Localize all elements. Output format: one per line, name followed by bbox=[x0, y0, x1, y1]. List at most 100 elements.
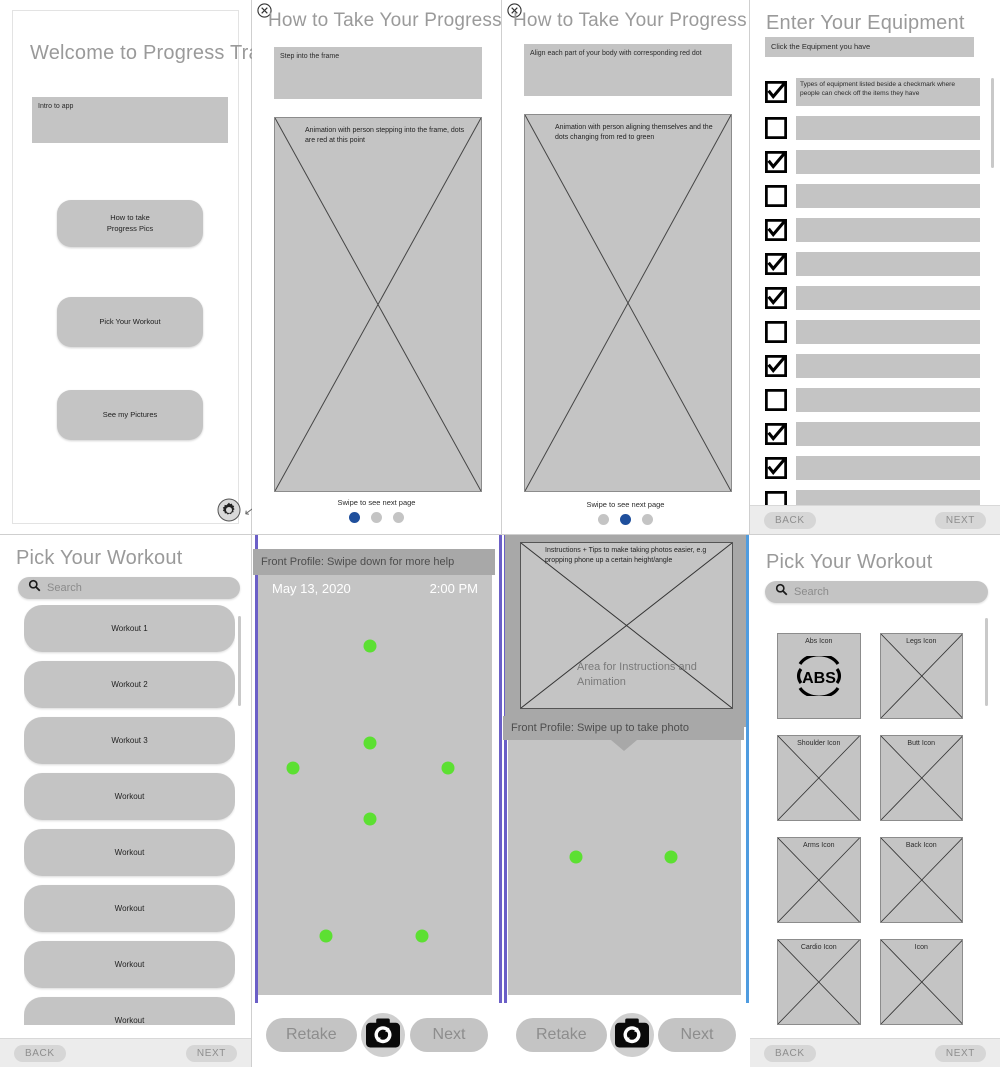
workout-list-item[interactable]: Workout 1 bbox=[24, 605, 235, 652]
panel-howto-step-1: How to Take Your Progress Pics Step into… bbox=[252, 0, 502, 535]
page-dot-3[interactable] bbox=[642, 514, 653, 525]
panel-howto-step-2: How to Take Your Progress Pics Align eac… bbox=[502, 0, 750, 535]
checkbox-checked-icon[interactable] bbox=[765, 151, 787, 173]
checkbox-unchecked-icon[interactable] bbox=[765, 117, 787, 139]
page-title: Pick Your Workout bbox=[766, 551, 933, 573]
workout-icon-cell[interactable]: Back Icon bbox=[879, 837, 963, 923]
checkbox-checked-icon[interactable] bbox=[765, 423, 787, 445]
equipment-list[interactable]: Types of equipment listed beside a check… bbox=[765, 78, 980, 524]
alignment-dot bbox=[415, 929, 429, 943]
page-dot-1[interactable] bbox=[598, 514, 609, 525]
how-to-take-progress-pics-button[interactable]: How to take Progress Pics bbox=[57, 200, 203, 247]
step-text-block: Align each part of your body with corres… bbox=[524, 44, 732, 96]
workout-list-item[interactable]: Workout 2 bbox=[24, 661, 235, 708]
workout-icon-label: Shoulder Icon bbox=[797, 740, 841, 747]
camera-hint-banner[interactable]: Front Profile: Swipe up to take photo bbox=[503, 716, 744, 751]
camera-flip-icon bbox=[366, 1016, 401, 1055]
back-button[interactable]: BACK bbox=[764, 511, 816, 529]
next-button[interactable]: Next bbox=[409, 1018, 488, 1052]
workout-icon-cell[interactable]: Cardio Icon bbox=[777, 939, 861, 1025]
back-button[interactable]: BACK bbox=[14, 1044, 66, 1062]
workout-icon-cell[interactable]: Arms Icon bbox=[777, 837, 861, 923]
search-input[interactable]: Search bbox=[765, 581, 988, 603]
equipment-scrollbar[interactable] bbox=[991, 78, 994, 168]
settings-button[interactable] bbox=[217, 498, 241, 527]
pick-your-workout-button[interactable]: Pick Your Workout bbox=[57, 297, 203, 347]
equipment-row[interactable] bbox=[765, 354, 980, 378]
checkbox-checked-icon[interactable] bbox=[765, 253, 787, 275]
icon-grid-scrollbar[interactable] bbox=[985, 618, 988, 706]
next-button[interactable]: NEXT bbox=[934, 511, 986, 529]
bottom-nav: BACK NEXT bbox=[750, 505, 1000, 534]
page-dot-2[interactable] bbox=[620, 514, 631, 525]
workout-icon-label: Butt Icon bbox=[907, 740, 936, 747]
equipment-row[interactable] bbox=[765, 116, 980, 140]
camera-flip-button[interactable] bbox=[361, 1013, 406, 1057]
equipment-row[interactable] bbox=[765, 320, 980, 344]
equipment-label bbox=[796, 184, 980, 208]
page-indicator[interactable] bbox=[252, 512, 501, 523]
workout-icon-cell[interactable]: Legs Icon bbox=[879, 633, 963, 719]
equipment-row[interactable] bbox=[765, 150, 980, 174]
mockup-sheet: Welcome to Progress Tracker! Intro to ap… bbox=[0, 0, 1000, 1067]
checkbox-checked-icon[interactable] bbox=[765, 355, 787, 377]
instructions-overlay[interactable]: Instructions + Tips to make taking photo… bbox=[505, 535, 746, 727]
checkbox-checked-icon[interactable] bbox=[765, 219, 787, 241]
back-button[interactable]: BACK bbox=[764, 1044, 816, 1062]
retake-button[interactable]: Retake bbox=[516, 1018, 607, 1052]
equipment-row[interactable] bbox=[765, 456, 980, 480]
alignment-dot bbox=[664, 850, 678, 864]
workout-list[interactable]: Workout 1 Workout 2 Workout 3 Workout Workou… bbox=[24, 605, 235, 1025]
equipment-row[interactable] bbox=[765, 286, 980, 310]
equipment-row[interactable]: Types of equipment listed beside a check… bbox=[765, 78, 980, 106]
alignment-dot bbox=[363, 736, 377, 750]
workout-icon-label: Cardio Icon bbox=[800, 944, 837, 951]
retake-button[interactable]: Retake bbox=[266, 1018, 357, 1052]
workout-icon-grid[interactable]: Abs Icon ABS Legs Icon Shoulder Icon Butt Ic… bbox=[777, 633, 963, 1047]
checkbox-checked-icon[interactable] bbox=[765, 287, 787, 309]
workout-list-item[interactable]: Workout bbox=[24, 773, 235, 820]
checkbox-unchecked-icon[interactable] bbox=[765, 185, 787, 207]
workout-list-scrollbar[interactable] bbox=[238, 616, 241, 706]
equipment-label bbox=[796, 218, 980, 242]
page-dot-3[interactable] bbox=[393, 512, 404, 523]
panel-camera-instructions: Instructions + Tips to make taking photo… bbox=[502, 535, 750, 1067]
workout-list-item[interactable]: Workout bbox=[24, 885, 235, 932]
checkbox-unchecked-icon[interactable] bbox=[765, 389, 787, 411]
workout-icon-cell[interactable]: Icon bbox=[879, 939, 963, 1025]
workout-icon-label: Back Icon bbox=[905, 842, 937, 849]
animation-placeholder: Animation with person aligning themselve… bbox=[524, 114, 732, 492]
checkbox-checked-icon[interactable] bbox=[765, 457, 787, 479]
next-button[interactable]: NEXT bbox=[934, 1044, 986, 1062]
swipe-label: Swipe to see next page bbox=[586, 500, 665, 509]
equipment-row[interactable] bbox=[765, 422, 980, 446]
search-icon bbox=[775, 583, 788, 601]
checkbox-checked-icon[interactable] bbox=[765, 81, 787, 103]
equipment-row[interactable] bbox=[765, 388, 980, 412]
page-dot-2[interactable] bbox=[371, 512, 382, 523]
next-button[interactable]: Next bbox=[657, 1018, 736, 1052]
page-indicator[interactable] bbox=[502, 514, 749, 525]
workout-icon-cell[interactable]: Butt Icon bbox=[879, 735, 963, 821]
equipment-row[interactable] bbox=[765, 218, 980, 242]
instructions-placeholder: Instructions + Tips to make taking photo… bbox=[520, 542, 733, 709]
workout-list-item[interactable]: Workout bbox=[24, 997, 235, 1025]
workout-icon-cell[interactable]: Abs Icon ABS bbox=[777, 633, 861, 719]
search-input[interactable]: Search bbox=[18, 577, 240, 599]
see-my-pictures-button[interactable]: See my Pictures bbox=[57, 390, 203, 440]
camera-flip-button[interactable] bbox=[610, 1013, 655, 1057]
checkbox-unchecked-icon[interactable] bbox=[765, 321, 787, 343]
search-placeholder: Search bbox=[794, 586, 829, 598]
equipment-label bbox=[796, 320, 980, 344]
equipment-row[interactable] bbox=[765, 184, 980, 208]
workout-icon-cell[interactable]: Shoulder Icon bbox=[777, 735, 861, 821]
equipment-row[interactable] bbox=[765, 252, 980, 276]
camera-viewfinder[interactable]: May 13, 2020 2:00 PM bbox=[258, 575, 492, 995]
bottom-nav: BACK NEXT bbox=[0, 1038, 251, 1067]
workout-list-item[interactable]: Workout 3 bbox=[24, 717, 235, 764]
workout-list-item[interactable]: Workout bbox=[24, 829, 235, 876]
next-button[interactable]: NEXT bbox=[185, 1044, 237, 1062]
workout-list-item[interactable]: Workout bbox=[24, 941, 235, 988]
camera-hint-banner[interactable]: Front Profile: Swipe down for more help bbox=[253, 549, 495, 586]
page-dot-1[interactable] bbox=[349, 512, 360, 523]
